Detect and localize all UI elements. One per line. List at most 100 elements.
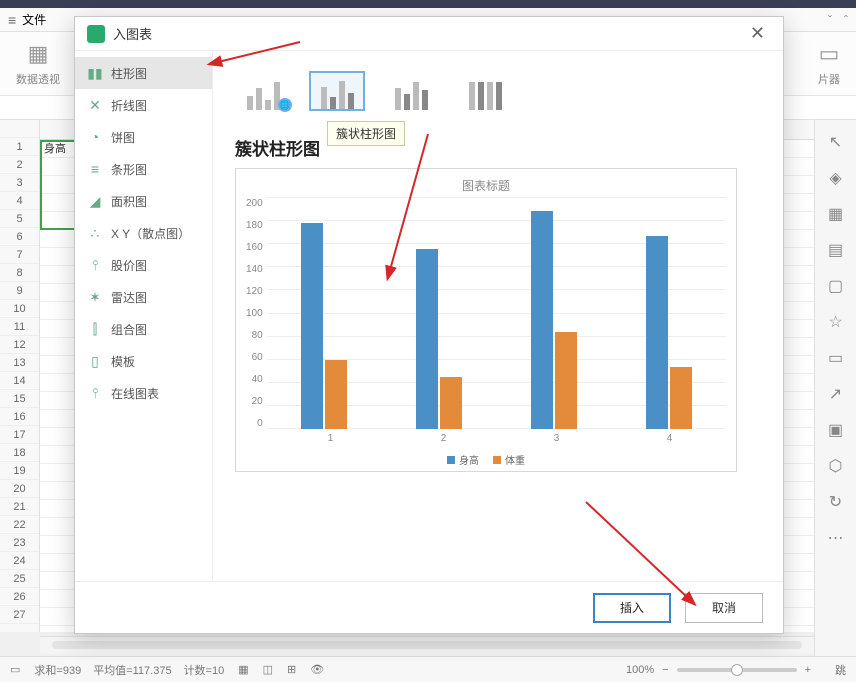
- category-饼图[interactable]: ◔饼图: [75, 121, 212, 153]
- chart-plot-area: [267, 198, 726, 429]
- bar-身高: [416, 249, 438, 429]
- chart-subtype-row: 🌐: [235, 71, 761, 111]
- camera-icon[interactable]: ▢: [828, 276, 843, 296]
- category-股价图[interactable]: ⫯ 股价图: [75, 249, 212, 281]
- category-柱形图[interactable]: ▮▮ 柱形图: [75, 57, 212, 89]
- subtype-percent-stacked-column[interactable]: [457, 71, 513, 111]
- legend-item: 身高: [447, 452, 479, 467]
- category-label: 模板: [111, 353, 135, 370]
- subtype-stacked-column[interactable]: [383, 71, 439, 111]
- y-axis: 200180160140120100806040200: [246, 198, 267, 429]
- chart-category-list: ▮▮ 柱形图 ✕折线图◔饼图 ≡ 条形图 ◢ 面积图 ∴ X Y（散点图） ⫯ 股价图 ✶雷达图 ⫿ 组合…: [75, 51, 213, 581]
- zoom-level[interactable]: 100%: [626, 664, 654, 676]
- console-icon[interactable]: ▭: [10, 663, 20, 676]
- table-icon[interactable]: ▦: [828, 204, 843, 224]
- category-label: 股价图: [111, 257, 147, 274]
- zoom-in-icon[interactable]: +: [805, 664, 811, 676]
- bar-group: [267, 198, 382, 429]
- chart-preview: 图表标题 200180160140120100806040200 1234 身高…: [235, 168, 737, 472]
- image-icon[interactable]: ▣: [828, 420, 843, 440]
- category-X Y（散点图）[interactable]: ∴ X Y（散点图）: [75, 217, 212, 249]
- bookmark-icon[interactable]: ▭: [828, 348, 843, 368]
- view-grid-icon[interactable]: ▦: [238, 663, 248, 676]
- category-label: X Y（散点图）: [111, 225, 190, 242]
- cancel-button[interactable]: 取消: [685, 593, 763, 623]
- app-logo-icon: [87, 25, 105, 43]
- category-折线图[interactable]: ✕折线图: [75, 89, 212, 121]
- cube-icon[interactable]: ⬡: [829, 456, 843, 476]
- right-side-panel: ↖ ◈ ▦ ▤ ▢ ☆ ▭ ↗ ▣ ⬡ ↻ ⋯: [814, 120, 856, 682]
- bar-体重: [670, 367, 692, 429]
- history-icon[interactable]: ↻: [829, 492, 842, 512]
- view-split-icon[interactable]: ◫: [263, 663, 273, 676]
- category-icon: ≡: [87, 161, 103, 177]
- bar-group: [496, 198, 611, 429]
- hamburger-icon[interactable]: ≡: [8, 12, 16, 28]
- slicer-icon: ▭: [819, 41, 840, 67]
- section-title: 簇状柱形图: [235, 135, 761, 160]
- slicer-label: 片器: [818, 71, 840, 87]
- category-icon: ◢: [87, 193, 103, 210]
- category-label: 组合图: [111, 321, 147, 338]
- status-avg: 平均值=117.375: [93, 662, 171, 678]
- layout-icon[interactable]: ▤: [828, 240, 843, 260]
- status-bar: ▭ 求和=939 平均值=117.375 计数=10 ▦ ◫ ⊞ 👁 100% …: [0, 656, 856, 682]
- category-在线图表[interactable]: ⫯ 在线图表: [75, 377, 212, 409]
- status-sum: 求和=939: [34, 662, 81, 678]
- dialog-title-text: 入图表: [113, 24, 152, 43]
- category-icon: ⫿: [87, 321, 103, 338]
- caret-down-icon[interactable]: ˇ: [828, 13, 832, 27]
- view-page-icon[interactable]: ⊞: [287, 663, 296, 676]
- category-label: 条形图: [111, 161, 147, 178]
- horizontal-scrollbar[interactable]: [40, 636, 814, 654]
- category-label: 雷达图: [111, 289, 147, 306]
- bar-身高: [646, 236, 668, 429]
- category-icon: ⫯: [87, 385, 103, 402]
- x-axis-labels: 1234: [274, 429, 726, 444]
- category-label: 面积图: [111, 193, 147, 210]
- jump-label[interactable]: 跳: [835, 662, 846, 678]
- bar-体重: [325, 360, 347, 429]
- bar-group: [382, 198, 497, 429]
- bar-身高: [531, 211, 553, 429]
- shapes-icon[interactable]: ◈: [829, 168, 841, 188]
- status-count: 计数=10: [184, 662, 225, 678]
- category-icon: ◔: [87, 129, 103, 145]
- category-组合图[interactable]: ⫿ 组合图: [75, 313, 212, 345]
- close-icon[interactable]: ✕: [744, 23, 771, 44]
- chart-legend: 身高体重: [246, 452, 726, 467]
- category-icon: ∴: [87, 225, 103, 242]
- category-面积图[interactable]: ◢ 面积图: [75, 185, 212, 217]
- category-label: 柱形图: [111, 65, 147, 82]
- bar-体重: [555, 332, 577, 429]
- star-icon[interactable]: ☆: [828, 312, 842, 332]
- pivot-label: 数据透视: [16, 71, 60, 87]
- subtype-tooltip: 簇状柱形图: [327, 121, 405, 146]
- category-模板[interactable]: ▯ 模板: [75, 345, 212, 377]
- zoom-slider[interactable]: [677, 668, 797, 672]
- category-icon: ⫯: [87, 257, 103, 274]
- category-条形图[interactable]: ≡ 条形图: [75, 153, 212, 185]
- eye-icon[interactable]: 👁: [310, 663, 324, 676]
- bar-group: [611, 198, 726, 429]
- slicer-button[interactable]: ▭ 片器: [818, 41, 840, 87]
- subtype-clustered-column-2[interactable]: [309, 71, 365, 111]
- category-icon: ▯: [87, 353, 103, 370]
- category-icon: ▮▮: [87, 65, 103, 82]
- category-label: 在线图表: [111, 385, 159, 402]
- file-menu[interactable]: 文件: [22, 11, 46, 28]
- pivot-icon: ▦: [28, 41, 49, 67]
- dialog-footer: 插入 取消: [75, 581, 783, 633]
- bar-身高: [301, 223, 323, 429]
- category-雷达图[interactable]: ✶雷达图: [75, 281, 212, 313]
- subtype-clustered-column[interactable]: 🌐: [235, 71, 291, 111]
- cell-a1: 身高: [44, 140, 66, 156]
- pivot-button[interactable]: ▦ 数据透视: [16, 41, 60, 87]
- dialog-titlebar: 入图表 ✕: [75, 17, 783, 51]
- zoom-out-icon[interactable]: −: [662, 664, 668, 676]
- share-icon[interactable]: ↗: [829, 384, 842, 404]
- cursor-icon[interactable]: ↖: [829, 132, 842, 152]
- insert-button[interactable]: 插入: [593, 593, 671, 623]
- chevron-up-icon[interactable]: ˆ: [844, 13, 848, 27]
- more-icon[interactable]: ⋯: [828, 528, 844, 548]
